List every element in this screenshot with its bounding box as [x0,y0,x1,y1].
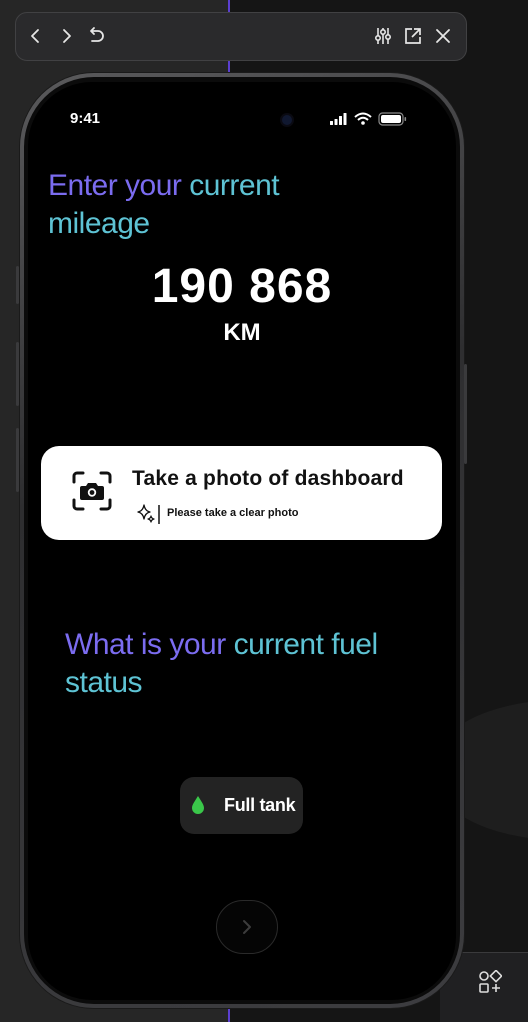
sliders-icon [374,28,392,44]
battery-icon [378,112,407,126]
camera-scan-icon [72,471,112,511]
mileage-unit: KM [223,319,261,346]
preview-toolbar [15,12,467,61]
mileage-value[interactable]: 190 868 [28,259,456,314]
photo-card-subtitle: Please take a clear photo [167,507,299,519]
apps-icon[interactable] [478,970,502,994]
chevron-right-icon [63,29,71,43]
chevron-right-icon [243,920,251,934]
fuel-heading-part1: What is your [65,628,234,661]
fuel-status-label: Full tank [224,795,296,815]
phone-volume-down [16,428,19,492]
stage: 9:41 Enter your current mileage 190 868 … [0,0,528,1022]
refresh-icon [90,27,104,42]
status-time: 9:41 [70,110,101,127]
open-external-icon [405,28,421,44]
chevron-left-icon [31,29,39,43]
front-camera [282,115,292,125]
phone-side-button [16,266,19,304]
back-button[interactable] [24,24,48,48]
next-button[interactable] [216,900,278,954]
photo-card-title: Take a photo of dashboard [132,467,404,490]
fuel-heading: What is your current fuel status [65,626,435,702]
fuel-status-chip[interactable]: Full tank [180,777,303,834]
take-photo-button[interactable]: Take a photo of dashboard Please take a … [41,446,442,540]
mileage-heading-part1: Enter your [48,169,190,202]
sparkle-icon [137,504,160,524]
restart-button[interactable] [84,24,108,48]
settings-button[interactable] [371,24,395,48]
forward-button[interactable] [54,24,78,48]
close-icon [436,29,450,43]
fuel-drop-icon [192,796,204,814]
status-icons [330,112,407,126]
wifi-icon [354,112,372,125]
open-external-button[interactable] [401,24,425,48]
phone-power-button [464,364,467,464]
signal-icon [330,113,347,125]
phone-volume-up [16,342,19,406]
phone-screen: 9:41 Enter your current mileage 190 868 … [28,82,456,1000]
close-button[interactable] [431,24,455,48]
mileage-heading: Enter your current mileage [48,167,368,243]
